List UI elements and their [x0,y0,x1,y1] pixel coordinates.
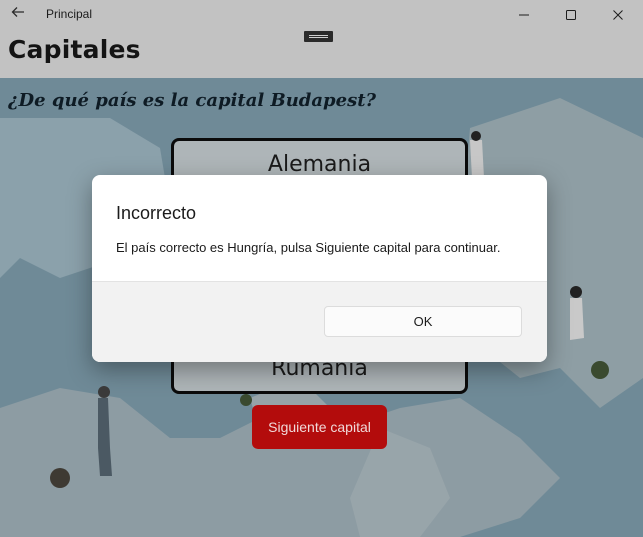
minimize-button[interactable] [501,0,547,30]
dialog-message: El país correcto es Hungría, pulsa Sigui… [116,240,501,255]
window-title: Principal [46,7,93,21]
question-text: ¿De qué país es la capital Budapest? [8,90,377,111]
maximize-icon [566,10,576,20]
page-title: Capitales [8,35,141,64]
dialog-title: Incorrecto [116,203,197,223]
drag-handle[interactable] [304,31,333,42]
maximize-button[interactable] [548,0,594,30]
result-dialog: Incorrecto El país correcto es Hungría, … [92,175,547,362]
close-icon [613,10,623,20]
ok-button[interactable]: OK [324,306,522,337]
close-button[interactable] [595,0,641,30]
next-capital-button[interactable]: Siguiente capital [252,405,387,449]
back-arrow-icon[interactable] [8,4,28,24]
minimize-icon [519,14,529,16]
